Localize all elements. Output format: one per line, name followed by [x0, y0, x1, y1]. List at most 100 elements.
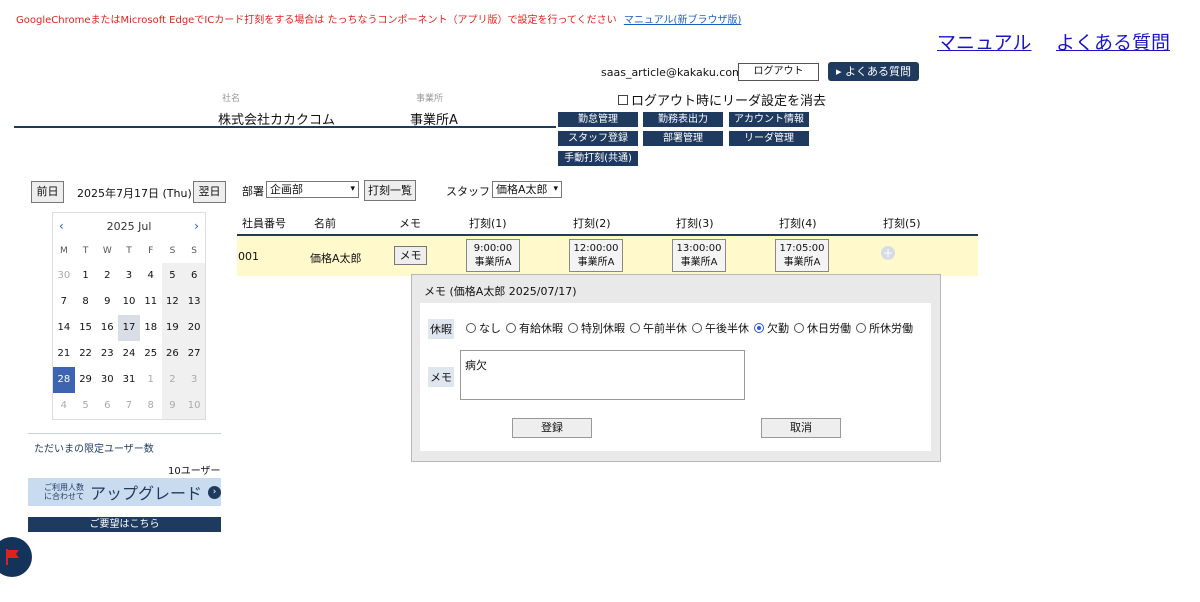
nav-staff-register[interactable]: スタッフ登録: [558, 131, 638, 146]
chevron-right-icon[interactable]: ›: [194, 219, 199, 233]
weekday: T: [126, 246, 132, 256]
leave-option-holiday-work[interactable]: 休日労働: [794, 320, 851, 336]
calendar-day[interactable]: 7: [53, 289, 75, 315]
faq-link[interactable]: よくある質問: [1056, 28, 1170, 55]
calendar-day[interactable]: 2: [161, 367, 184, 393]
manual-link[interactable]: マニュアル: [937, 28, 1031, 55]
calendar-day[interactable]: 3: [118, 263, 140, 289]
punch-place: 事業所A: [680, 257, 718, 268]
nav-reader[interactable]: リーダ管理: [729, 131, 809, 146]
dept-select[interactable]: 企画部 ▾: [266, 181, 359, 198]
calendar-day[interactable]: 15: [75, 315, 97, 341]
radio-icon: [568, 323, 578, 333]
calendar-day[interactable]: 22: [75, 341, 97, 367]
calendar-day[interactable]: 2: [96, 263, 118, 289]
calendar-day[interactable]: 9: [161, 393, 184, 419]
calendar-day[interactable]: 24: [118, 341, 140, 367]
staff-label: スタッフ: [446, 185, 490, 198]
calendar-day[interactable]: 8: [140, 393, 162, 419]
calendar-day[interactable]: 6: [96, 393, 118, 419]
punch-2-button[interactable]: 12:00:00 事業所A: [569, 239, 623, 272]
leave-option-paid[interactable]: 有給休暇: [506, 320, 563, 336]
calendar-day[interactable]: 19: [161, 315, 184, 341]
punch-list-button[interactable]: 打刻一覧: [364, 180, 416, 201]
calendar-day[interactable]: 11: [140, 289, 162, 315]
calendar-day[interactable]: 14: [53, 315, 75, 341]
staff-select[interactable]: 価格A太郎 ▾: [492, 181, 562, 198]
chevron-left-icon[interactable]: ‹: [59, 219, 64, 233]
calendar-day[interactable]: 16: [96, 315, 118, 341]
calendar-day[interactable]: 10: [118, 289, 140, 315]
next-day-button[interactable]: 翌日: [193, 181, 226, 203]
prev-day-button[interactable]: 前日: [31, 181, 64, 203]
weekday: M: [59, 246, 68, 256]
browser-notice: GoogleChromeまたはMicrosoft EdgeでICカード打刻をする…: [16, 11, 741, 26]
punch-place: 事業所A: [474, 257, 512, 268]
register-button[interactable]: 登録: [512, 418, 592, 438]
nav-attendance[interactable]: 勤怠管理: [558, 112, 638, 127]
calendar-grid: M T W T F S S 30 1 2 3 4 5 6 7 8 9 10 11…: [53, 239, 205, 419]
nav-account-info[interactable]: アカウント情報: [729, 112, 809, 127]
calendar-day[interactable]: 13: [183, 289, 205, 315]
calendar-day[interactable]: 23: [96, 341, 118, 367]
memo-dialog: メモ (価格A太郎 2025/07/17) 休暇 なし 有給休暇 特別休暇 午前…: [411, 274, 941, 462]
calendar-day[interactable]: 12: [161, 289, 184, 315]
calendar-day[interactable]: 5: [161, 263, 184, 289]
calendar-day-today[interactable]: 28: [53, 367, 75, 393]
calendar-day[interactable]: 3: [183, 367, 205, 393]
request-button[interactable]: ご要望はこちら: [28, 517, 221, 532]
leave-option-special[interactable]: 特別休暇: [568, 320, 625, 336]
nav-department[interactable]: 部署管理: [643, 131, 723, 146]
col-header-punch-3: 打刻(3): [676, 217, 714, 230]
calendar-day[interactable]: 25: [140, 341, 162, 367]
calendar-day[interactable]: 27: [183, 341, 205, 367]
calendar-day[interactable]: 6: [183, 263, 205, 289]
punch-4-button[interactable]: 17:05:00 事業所A: [775, 239, 829, 272]
calendar-day[interactable]: 20: [183, 315, 205, 341]
calendar-day[interactable]: 5: [75, 393, 97, 419]
notice-text: GoogleChromeまたはMicrosoft EdgeでICカード打刻をする…: [16, 15, 617, 26]
faq-button[interactable]: ▸ よくある質問: [828, 62, 919, 81]
nav-timesheet-export[interactable]: 勤務表出力: [643, 112, 723, 127]
calendar-day[interactable]: 26: [161, 341, 184, 367]
calendar-day[interactable]: 18: [140, 315, 162, 341]
punch-1-button[interactable]: 9:00:00 事業所A: [466, 239, 520, 272]
triangle-right-icon: ▸: [835, 65, 842, 78]
logout-button[interactable]: ログアウト: [738, 63, 819, 81]
calendar-day[interactable]: 7: [118, 393, 140, 419]
calendar-day[interactable]: 4: [140, 263, 162, 289]
feedback-flag-button[interactable]: [0, 537, 32, 577]
calendar-day[interactable]: 9: [96, 289, 118, 315]
radio-label: 特別休暇: [581, 322, 625, 335]
weekday: W: [102, 246, 112, 256]
leave-option-scheduled-holiday-work[interactable]: 所休労働: [856, 320, 913, 336]
calendar-day[interactable]: 8: [75, 289, 97, 315]
leave-option-pm-half[interactable]: 午後半休: [692, 320, 749, 336]
memo-textarea[interactable]: 病欠: [460, 350, 745, 400]
nav-manual-punch[interactable]: 手動打刻(共通): [558, 151, 638, 166]
clear-reader-setting[interactable]: ログアウト時にリーダ設定を消去: [618, 90, 826, 109]
manual-new-browser-link[interactable]: マニュアル(新ブラウザ版): [624, 15, 742, 26]
leave-option-none[interactable]: なし: [466, 320, 501, 336]
calendar-day[interactable]: 21: [53, 341, 75, 367]
memo-button[interactable]: メモ: [394, 246, 427, 265]
calendar-day[interactable]: 31: [118, 367, 140, 393]
calendar-day[interactable]: 4: [53, 393, 75, 419]
add-punch-plus-icon[interactable]: +: [881, 246, 895, 260]
cancel-button[interactable]: 取消: [761, 418, 841, 438]
leave-option-absence[interactable]: 欠勤: [754, 320, 789, 336]
upgrade-caption: ご利用人数 に合わせて: [44, 483, 84, 501]
dept-label: 部署: [242, 185, 264, 198]
calendar-day[interactable]: 29: [75, 367, 97, 393]
upgrade-banner[interactable]: ご利用人数 に合わせて アップグレード ›: [28, 478, 221, 506]
calendar-day[interactable]: 30: [96, 367, 118, 393]
calendar-day[interactable]: 30: [53, 263, 75, 289]
calendar-day[interactable]: 1: [75, 263, 97, 289]
calendar-day[interactable]: 1: [140, 367, 162, 393]
upgrade-caption-line2: に合わせて: [44, 492, 84, 501]
calendar-day-selected[interactable]: 17: [118, 315, 140, 341]
calendar-day[interactable]: 10: [183, 393, 205, 419]
clear-reader-checkbox[interactable]: [618, 94, 628, 105]
punch-3-button[interactable]: 13:00:00 事業所A: [672, 239, 726, 272]
leave-option-am-half[interactable]: 午前半休: [630, 320, 687, 336]
